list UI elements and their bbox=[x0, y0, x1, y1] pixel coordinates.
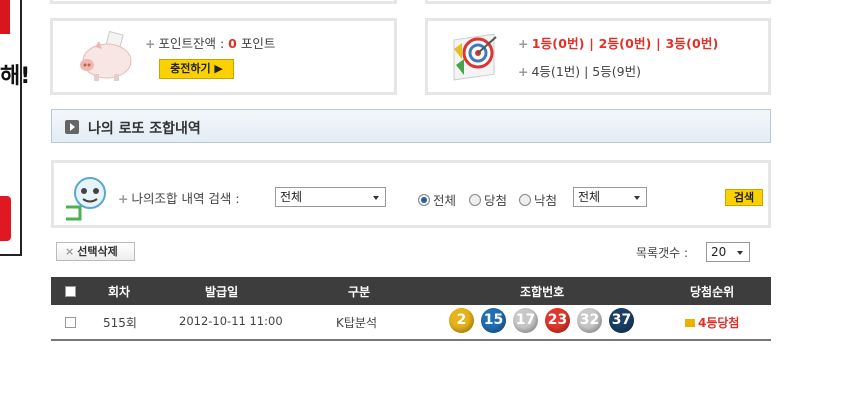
search-button[interactable]: 검색 bbox=[725, 189, 763, 206]
charge-button[interactable]: 충전하기 ▶ bbox=[159, 59, 234, 79]
list-count-label: 목록갯수 : bbox=[636, 246, 689, 260]
table-header: 회차 발급일 구분 조합번호 당첨순위 bbox=[51, 277, 771, 305]
points-panel: + 포인트잔액 : 0 포인트 충전하기 ▶ bbox=[50, 18, 397, 95]
point-label: 포인트잔액 : bbox=[158, 36, 225, 51]
search-label-text: 나의조합 내역 검색 : bbox=[131, 191, 240, 206]
arrow-right-icon bbox=[65, 120, 79, 134]
delete-selected-label: 선택삭제 bbox=[77, 245, 118, 258]
event-target-icon bbox=[453, 33, 497, 81]
point-balance: + 포인트잔액 : 0 포인트 bbox=[145, 33, 275, 52]
rank-summary-bottom-text: 4등(1번) | 5등(9번) bbox=[531, 64, 641, 79]
top-panel-right bbox=[425, 0, 771, 4]
radio-won-label: 당첨 bbox=[484, 193, 508, 208]
row-round: 515회 bbox=[103, 316, 137, 330]
table-row: 515회 2012-10-11 11:00 K탑분석 2 15 17 23 32 37 4… bbox=[51, 305, 771, 341]
lotto-ball: 23 bbox=[545, 308, 570, 333]
header-type: 구분 bbox=[348, 285, 371, 299]
radio-all[interactable]: 전체 bbox=[418, 190, 456, 209]
search-panel: + 나의조합 내역 검색 : 전체 전체 당첨 낙첨 전체 검색 bbox=[51, 160, 771, 228]
lotto-ball: 37 bbox=[609, 308, 634, 333]
plus-icon: + bbox=[145, 36, 156, 51]
row-type: K탑분석 bbox=[336, 316, 377, 330]
header-date: 발급일 bbox=[205, 285, 239, 299]
radio-dot[interactable] bbox=[519, 194, 531, 206]
rank-summary-bottom: +4등(1번) | 5등(9번) bbox=[518, 61, 641, 80]
lotto-ball: 2 bbox=[449, 308, 474, 333]
row-rank: 4등당첨 bbox=[685, 314, 739, 331]
header-rank: 당첨순위 bbox=[690, 285, 735, 299]
row-checkbox[interactable] bbox=[65, 317, 76, 328]
point-unit: 포인트 bbox=[240, 36, 276, 51]
header-round: 회차 bbox=[108, 285, 131, 299]
row-rank-text: 4등당첨 bbox=[698, 316, 740, 330]
radio-lost[interactable]: 낙첨 bbox=[519, 190, 557, 209]
section-header: 나의 로또 조합내역 bbox=[51, 109, 771, 143]
banner-red-block bbox=[0, 0, 10, 34]
rank-summary-top-text: 1등(0번) | 2등(0번) | 3등(0번) bbox=[531, 36, 719, 51]
lotto-ball: 17 bbox=[513, 308, 538, 333]
close-icon: × bbox=[65, 245, 75, 258]
radio-won[interactable]: 당첨 bbox=[469, 190, 507, 209]
lotto-ball: 15 bbox=[481, 308, 506, 333]
banner-red-button[interactable] bbox=[0, 196, 11, 241]
point-value: 0 bbox=[228, 36, 237, 51]
piggy-bank-icon bbox=[80, 31, 132, 81]
crown-icon bbox=[685, 319, 695, 327]
lotto-ball: 32 bbox=[577, 308, 602, 333]
plus-icon: + bbox=[518, 36, 529, 51]
top-panel-left bbox=[50, 0, 397, 4]
select-all-checkbox[interactable] bbox=[65, 286, 76, 297]
type-select[interactable]: 전체 bbox=[573, 187, 647, 207]
side-banner[interactable]: 해! bbox=[0, 0, 30, 256]
rank-panel: +1등(0번) | 2등(0번) | 3등(0번) +4등(1번) | 5등(9… bbox=[425, 18, 771, 95]
banner-text: 해! bbox=[0, 64, 31, 89]
rank-summary-top: +1등(0번) | 2등(0번) | 3등(0번) bbox=[518, 33, 719, 52]
radio-dot[interactable] bbox=[418, 194, 430, 206]
header-numbers: 조합번호 bbox=[520, 285, 565, 299]
magnifier-face-icon bbox=[66, 177, 106, 221]
radio-dot[interactable] bbox=[469, 194, 481, 206]
plus-icon: + bbox=[118, 191, 129, 206]
list-count-select[interactable]: 20 bbox=[706, 242, 750, 262]
section-title: 나의 로또 조합내역 bbox=[88, 121, 201, 137]
combination-select[interactable]: 전체 bbox=[275, 187, 386, 207]
radio-lost-label: 낙첨 bbox=[534, 193, 558, 208]
search-label: + 나의조합 내역 검색 : bbox=[118, 188, 240, 207]
row-date: 2012-10-11 11:00 bbox=[179, 314, 283, 328]
plus-icon: + bbox=[518, 64, 529, 79]
radio-all-label: 전체 bbox=[433, 193, 457, 208]
delete-selected-button[interactable]: × 선택삭제 bbox=[56, 242, 135, 261]
